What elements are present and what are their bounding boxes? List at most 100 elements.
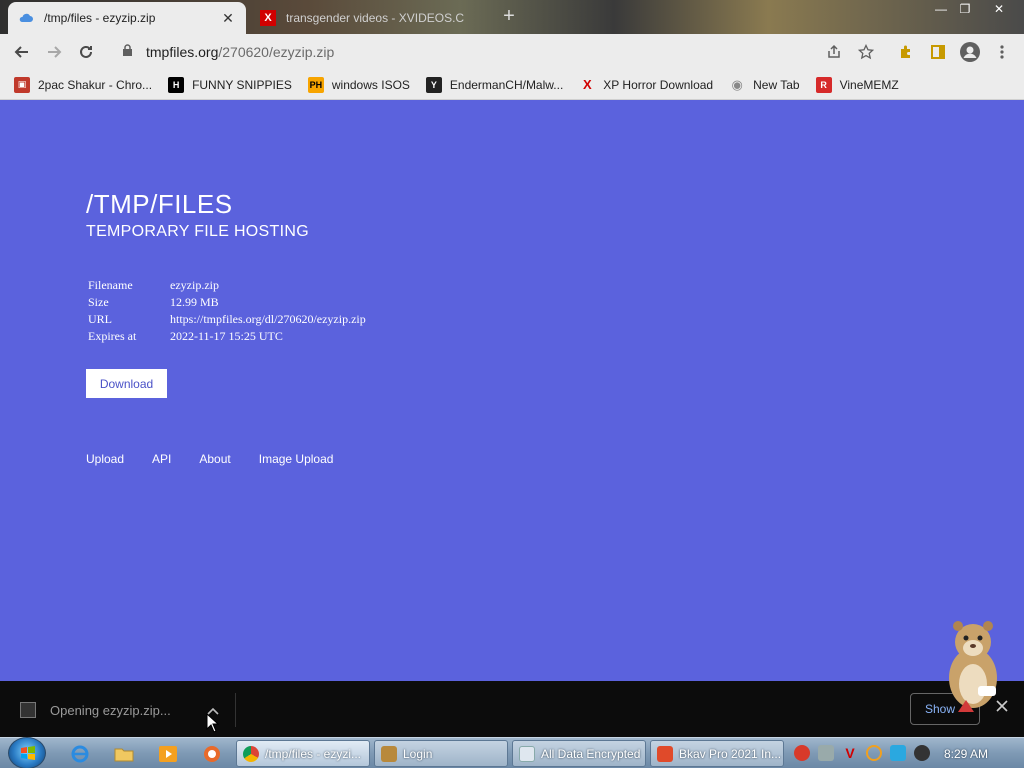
profile-avatar-icon[interactable]	[958, 40, 982, 64]
media-player-icon[interactable]	[156, 742, 180, 766]
bookmark-label: EndermanCH/Malw...	[449, 77, 564, 92]
window-icon	[519, 745, 535, 762]
forward-arrow-icon[interactable]	[42, 40, 66, 64]
tab-title: /tmp/files - ezyzip.zip	[44, 11, 156, 25]
table-row: Expires at 2022-11-17 15:25 UTC	[88, 328, 366, 345]
info-key: Expires at	[88, 329, 137, 343]
address-bar[interactable]: tmpfiles.org/270620/ezyzip.zip	[108, 37, 888, 67]
url-path: /270620/ezyzip.zip	[218, 44, 335, 60]
zip-file-icon	[20, 702, 36, 718]
lock-icon[interactable]	[122, 44, 136, 60]
bookmark-endermanch[interactable]: Y EndermanCH/Malw...	[425, 76, 564, 93]
close-icon[interactable]: ✕	[220, 10, 236, 27]
tab-xvideos[interactable]: X transgender videos - XVIDEOS.C	[250, 2, 484, 34]
hamster-mascot-image	[938, 616, 1008, 716]
bookmark-new-tab[interactable]: ◉ New Tab	[729, 77, 799, 93]
download-button[interactable]: Download	[86, 369, 167, 398]
tray-volume-icon[interactable]	[914, 745, 930, 761]
info-value: ezyzip.zip	[170, 278, 219, 292]
yp-icon: Y	[425, 76, 442, 93]
camera-icon: ▣	[14, 76, 30, 93]
tray-search-icon[interactable]	[866, 745, 882, 761]
bookmark-xp-horror[interactable]: X XP Horror Download	[579, 77, 713, 93]
chrome-icon	[243, 745, 259, 762]
table-row: Size 12.99 MB	[88, 294, 366, 311]
r-icon: R	[815, 76, 832, 93]
page-content: /TMP/FILES TEMPORARY FILE HOSTING Filena…	[0, 101, 1024, 681]
bookmark-label: FUNNY SNIPPIES	[192, 77, 292, 92]
info-value: 12.99 MB	[170, 295, 219, 309]
tray-network-icon[interactable]	[890, 745, 906, 761]
url-host: tmpfiles.org	[146, 44, 219, 60]
start-button[interactable]	[8, 737, 46, 768]
bookmark-label: VineMEMZ	[839, 77, 899, 92]
h-icon: H	[168, 76, 185, 93]
bookmark-label: windows ISOS	[331, 77, 410, 92]
taskbar-item-chrome[interactable]: /tmp/files - ezyzi...	[236, 740, 370, 767]
tab-strip: /tmp/files - ezyzip.zip ✕ X transgender …	[0, 0, 1024, 34]
info-key: Size	[88, 295, 109, 309]
mouse-cursor-icon	[206, 713, 220, 733]
share-icon[interactable]	[824, 42, 844, 62]
footer-nav: Upload API About Image Upload	[86, 452, 361, 466]
info-key: URL	[88, 312, 112, 326]
taskbar-clock[interactable]: 8:29 AM	[944, 747, 988, 761]
task-label: Bkav Pro 2021 In...	[679, 746, 782, 761]
taskbar-item-login[interactable]: Login	[374, 740, 508, 767]
info-key: Filename	[88, 278, 133, 292]
page-subtitle: TEMPORARY FILE HOSTING	[86, 223, 309, 240]
download-status: Opening ezyzip.zip...	[50, 702, 171, 718]
restore-button[interactable]: ❐	[950, 0, 980, 18]
taskbar-item-bkav[interactable]: Bkav Pro 2021 In...	[650, 740, 784, 767]
back-arrow-icon[interactable]	[10, 40, 34, 64]
bookmarks-bar: ▣ 2pac Shakur - Chro... H FUNNY SNIPPIES…	[0, 70, 1024, 100]
tray-v-icon[interactable]: V	[842, 745, 858, 761]
tab-tmpfiles[interactable]: /tmp/files - ezyzip.zip ✕	[8, 2, 246, 34]
app-launcher-icon[interactable]	[200, 742, 224, 766]
login-icon	[381, 745, 397, 762]
cloud-icon	[18, 10, 34, 26]
windows-logo-icon	[21, 746, 35, 760]
task-label: All Data Encrypted	[541, 746, 641, 761]
windows-taskbar: /tmp/files - ezyzi... Login All Data Enc…	[0, 737, 1024, 768]
table-row: Filename ezyzip.zip	[88, 277, 366, 294]
footer-link-image-upload[interactable]: Image Upload	[259, 452, 334, 466]
table-row: URL https://tmpfiles.org/dl/270620/ezyzi…	[88, 311, 366, 328]
taskbar-item-all-data-encrypted[interactable]: All Data Encrypted	[512, 740, 646, 767]
x-icon: X	[582, 77, 592, 92]
chrome-icon: ◉	[731, 76, 743, 92]
task-label: Login	[403, 746, 433, 761]
bookmark-label: 2pac Shakur - Chro...	[38, 77, 153, 92]
info-value[interactable]: https://tmpfiles.org/dl/270620/ezyzip.zi…	[170, 311, 366, 328]
side-panel-icon[interactable]	[928, 42, 948, 62]
bookmark-vinememz[interactable]: R VineMEMZ	[815, 76, 899, 93]
footer-link-about[interactable]: About	[199, 452, 230, 466]
footer-link-api[interactable]: API	[152, 452, 171, 466]
footer-link-upload[interactable]: Upload	[86, 452, 124, 466]
info-value: 2022-11-17 15:25 UTC	[170, 329, 283, 343]
download-item[interactable]: Opening ezyzip.zip...	[14, 693, 236, 727]
tray-app-icon[interactable]	[818, 745, 834, 761]
reload-icon[interactable]	[74, 40, 98, 64]
shield-icon	[657, 745, 673, 762]
task-label: /tmp/files - ezyzi...	[265, 746, 362, 761]
bookmark-2pac[interactable]: ▣ 2pac Shakur - Chro...	[14, 76, 153, 93]
bookmark-funny-snippies[interactable]: H FUNNY SNIPPIES	[168, 76, 292, 93]
window-close-button[interactable]: ✕	[984, 0, 1014, 18]
extensions-icon[interactable]	[896, 42, 916, 62]
folder-icon[interactable]	[112, 742, 136, 766]
internet-explorer-icon[interactable]	[68, 742, 92, 766]
ph-icon: PH	[307, 76, 324, 93]
bookmark-label: New Tab	[753, 77, 800, 92]
x-logo-icon: X	[260, 10, 276, 26]
page-title: /TMP/FILES	[86, 189, 233, 219]
tab-title: transgender videos - XVIDEOS.C	[286, 11, 465, 25]
more-menu-icon[interactable]	[992, 42, 1012, 62]
bookmark-label: XP Horror Download	[603, 77, 714, 92]
file-info-table: Filename ezyzip.zip Size 12.99 MB URL ht…	[88, 277, 366, 345]
downloads-shelf: Opening ezyzip.zip... Show	[0, 681, 1024, 737]
new-tab-button[interactable]: +	[498, 6, 520, 28]
bookmark-windows-isos[interactable]: PH windows ISOS	[307, 76, 410, 93]
star-icon[interactable]	[856, 42, 876, 62]
tray-antivirus-icon[interactable]	[794, 745, 810, 761]
